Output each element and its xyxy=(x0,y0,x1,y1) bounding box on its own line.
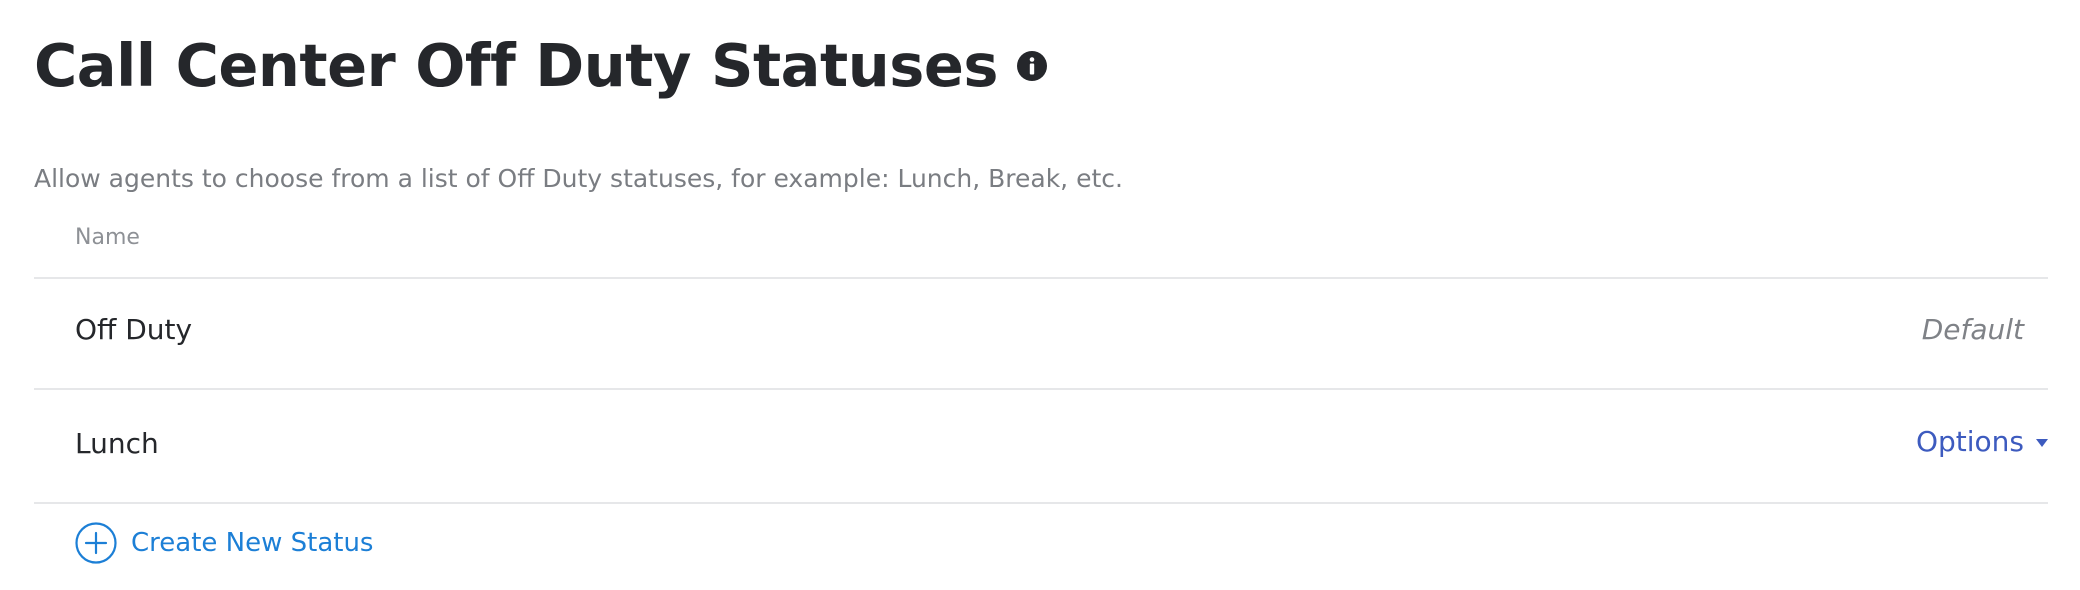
options-dropdown[interactable]: Options xyxy=(1916,425,2048,458)
status-name: Off Duty xyxy=(75,313,193,346)
info-icon[interactable] xyxy=(1016,50,1048,82)
options-label: Options xyxy=(1915,425,2024,458)
column-header-name: Name xyxy=(75,225,140,250)
create-new-status-label: Create New Status xyxy=(131,528,374,558)
page-description: Allow agents to choose from a list of Of… xyxy=(34,164,1123,193)
caret-down-icon xyxy=(2036,438,2048,447)
default-label: Default xyxy=(1921,313,2024,346)
page-title: Call Center Off Duty Statuses xyxy=(34,31,998,100)
row-divider xyxy=(34,388,2048,390)
create-new-status-button[interactable]: Create New Status xyxy=(75,520,373,566)
title-row: Call Center Off Duty Statuses xyxy=(34,26,1048,106)
plus-circle-icon xyxy=(75,522,117,564)
off-duty-statuses-page: Call Center Off Duty Statuses Allow agen… xyxy=(34,0,2048,590)
row-divider xyxy=(34,502,2048,504)
header-divider xyxy=(34,277,2048,279)
status-name: Lunch xyxy=(75,427,159,460)
